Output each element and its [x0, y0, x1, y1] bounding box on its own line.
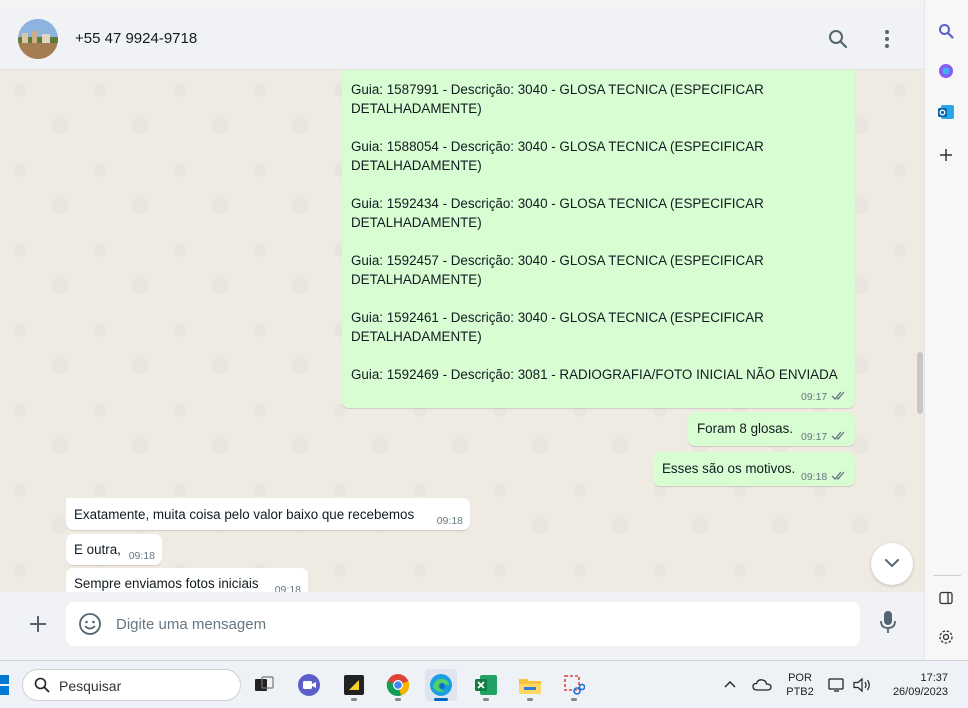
excel-icon[interactable] — [470, 669, 502, 701]
language-code: POR — [788, 672, 812, 684]
chat-scrollbar[interactable] — [917, 352, 923, 414]
incoming-message[interactable]: Sempre enviamos fotos iniciais 09:18 — [66, 568, 308, 592]
snipping-tool-icon[interactable] — [558, 669, 590, 701]
settings-icon[interactable] — [935, 626, 957, 648]
active-indicator — [434, 698, 448, 701]
read-ticks-icon — [831, 469, 847, 484]
message-text: E outra, — [74, 542, 121, 557]
message-time: 09:17 — [800, 391, 828, 404]
search-icon[interactable] — [825, 26, 851, 52]
teams-meet-icon[interactable] — [293, 669, 325, 701]
message-text: Sempre enviamos fotos iniciais — [74, 576, 259, 591]
running-indicator — [351, 698, 357, 701]
scroll-down-button[interactable] — [871, 543, 913, 585]
incoming-message[interactable]: E outra, 09:18 — [66, 534, 162, 565]
keyboard-layout: PTB2 — [786, 686, 814, 698]
sidebar-divider — [933, 575, 961, 576]
message-time: 09:18 — [800, 471, 828, 483]
search-icon — [34, 677, 50, 698]
plus-icon — [28, 614, 48, 639]
clock-time: 17:37 — [920, 672, 948, 684]
browser-sidebar — [924, 0, 968, 660]
sidebar-toggle-icon[interactable] — [935, 587, 957, 609]
message-time: 09:18 — [128, 550, 155, 562]
chevron-up-icon[interactable] — [722, 677, 738, 693]
emoji-icon[interactable] — [78, 612, 102, 636]
message-input[interactable] — [116, 602, 846, 646]
file-explorer-icon[interactable] — [514, 669, 546, 701]
message-time: 09:17 — [800, 431, 828, 443]
message-text: Foram 8 glosas. — [697, 421, 794, 436]
chat-header: +55 47 9924-9718 — [0, 8, 924, 70]
onedrive-cloud-icon[interactable] — [752, 677, 772, 693]
message-text: Exatamente, muita coisa pelo valor baixo… — [74, 507, 415, 522]
outgoing-message[interactable]: Esses são os motivos. 09:18 — [653, 452, 855, 486]
microphone-icon — [879, 610, 897, 639]
list-item: Guia: 1592457 - Descrição: 3040 - GLOSA … — [351, 253, 764, 287]
list-item: Guia: 1592461 - Descrição: 3040 - GLOSA … — [351, 310, 764, 344]
list-item: Guia: 1588054 - Descrição: 3040 - GLOSA … — [351, 139, 764, 173]
copilot-icon[interactable] — [935, 60, 957, 82]
microphone-button[interactable] — [876, 610, 900, 638]
whatsapp-window: +55 47 9924-9718 Guia: 1587991 - Descriç… — [0, 8, 924, 660]
search-icon[interactable] — [935, 20, 957, 42]
language-indicator[interactable]: POR PTB2 — [784, 671, 816, 699]
chrome-icon[interactable] — [382, 669, 414, 701]
menu-dots-icon[interactable] — [874, 26, 900, 52]
read-ticks-icon — [831, 389, 847, 404]
message-composer — [0, 592, 924, 660]
windows-taskbar: Pesquisar POR PTB2 17:37 26/09/2023 — [0, 660, 968, 708]
clock-date: 26/09/2023 — [892, 686, 948, 698]
chevron-down-icon — [884, 555, 900, 573]
network-icon[interactable] — [828, 677, 848, 693]
running-indicator — [527, 698, 533, 701]
contact-name[interactable]: +55 47 9924-9718 — [75, 30, 197, 47]
attach-button[interactable] — [24, 612, 52, 640]
task-view-icon[interactable] — [248, 669, 280, 701]
taskbar-search[interactable]: Pesquisar — [22, 669, 241, 701]
start-icon[interactable] — [0, 675, 10, 695]
message-time: 09:18 — [274, 584, 301, 592]
running-indicator — [483, 698, 489, 701]
contact-avatar[interactable] — [18, 19, 58, 59]
outlook-icon[interactable] — [935, 101, 957, 123]
outgoing-message-list[interactable]: Guia: 1587991 - Descrição: 3040 - GLOSA … — [342, 70, 855, 408]
search-label: Pesquisar — [59, 678, 122, 694]
outgoing-message[interactable]: Foram 8 glosas. 09:17 — [688, 412, 855, 446]
list-item: Guia: 1592434 - Descrição: 3040 - GLOSA … — [351, 196, 764, 230]
read-ticks-icon — [831, 429, 847, 444]
clock[interactable]: 17:37 26/09/2023 — [880, 671, 956, 699]
message-time: 09:18 — [436, 515, 463, 527]
running-indicator — [395, 698, 401, 701]
plus-icon[interactable] — [935, 144, 957, 166]
edge-icon[interactable] — [425, 669, 457, 701]
message-text: Esses são os motivos. — [662, 461, 796, 476]
volume-icon[interactable] — [852, 677, 872, 693]
running-indicator — [571, 698, 577, 701]
sticky-notes-icon[interactable] — [338, 669, 370, 701]
list-item: Guia: 1587991 - Descrição: 3040 - GLOSA … — [351, 82, 764, 116]
incoming-message[interactable]: Exatamente, muita coisa pelo valor baixo… — [66, 498, 470, 530]
list-item: Guia: 1592469 - Descrição: 3081 - RADIOG… — [351, 367, 838, 382]
screen: +55 47 9924-9718 Guia: 1587991 - Descriç… — [0, 0, 968, 708]
chat-area[interactable]: Guia: 1587991 - Descrição: 3040 - GLOSA … — [0, 70, 924, 592]
message-box — [66, 602, 860, 646]
